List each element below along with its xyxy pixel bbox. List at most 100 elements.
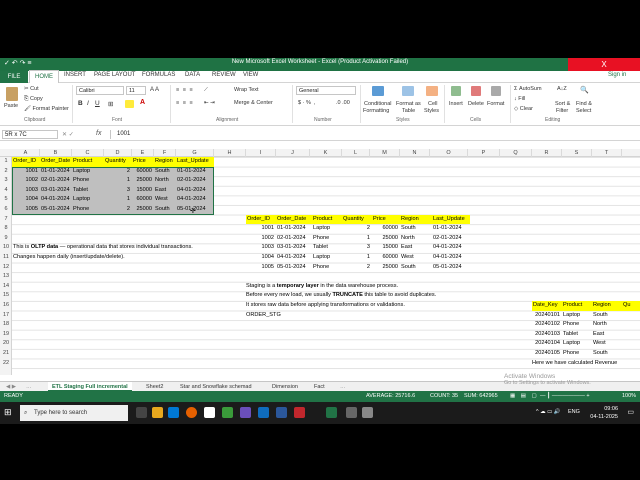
table2-cell[interactable]: South (400, 224, 432, 234)
column-header-s[interactable]: S (562, 149, 592, 157)
table1-cell[interactable]: 04-01-2024 (176, 185, 214, 196)
word-icon[interactable] (276, 407, 287, 418)
table2-cell[interactable]: South (400, 263, 432, 273)
row-header-10[interactable]: 10 (0, 243, 12, 253)
table2-cell[interactable]: 02-01-2024 (432, 234, 470, 244)
sort-filter-label-2[interactable]: Filter (556, 108, 568, 114)
row-header-9[interactable]: 9 (0, 234, 12, 244)
row-header-6[interactable]: 6 (0, 205, 12, 215)
column-header-j[interactable]: J (276, 149, 310, 157)
row-header-16[interactable]: 16 (0, 301, 12, 311)
column-header-c[interactable]: C (72, 149, 104, 157)
delete-cells-icon[interactable] (471, 86, 481, 96)
cut-button[interactable]: ✂ Cut (24, 86, 39, 92)
font-name-select[interactable]: Calibri (76, 86, 124, 95)
column-header-n[interactable]: N (400, 149, 430, 157)
view-buttons[interactable]: ▦ ▤ ▢ (510, 391, 539, 402)
system-tray-icons[interactable]: ^ ☁ ▭ 🔊 (536, 409, 561, 415)
formula-input[interactable]: 1001 (110, 130, 636, 139)
row-header-21[interactable]: 21 (0, 349, 12, 359)
table2-header-cell[interactable]: Region (400, 214, 432, 225)
table2-cell[interactable]: 60000 (372, 253, 400, 263)
sort-filter-label[interactable]: Sort & (555, 101, 570, 107)
row-header-13[interactable]: 13 (0, 272, 12, 282)
taskbar-search-input[interactable]: ⌕ Type here to search (20, 405, 128, 421)
table2-cell[interactable]: East (400, 243, 432, 253)
table3-cell[interactable]: 20240102 (532, 320, 562, 330)
column-header-a[interactable]: A (12, 149, 40, 157)
row-header-2[interactable]: 2 (0, 167, 12, 177)
table2-cell[interactable]: West (400, 253, 432, 263)
table1-cell[interactable]: 1 (104, 176, 132, 186)
row-header-18[interactable]: 18 (0, 320, 12, 330)
table3-cell[interactable]: East (592, 330, 622, 340)
tab-file[interactable]: FILE (0, 71, 28, 83)
column-header-o[interactable]: O (430, 149, 468, 157)
google-drive-icon[interactable] (204, 407, 215, 418)
teams-icon[interactable] (240, 407, 251, 418)
table2-header-cell[interactable]: Quantity (342, 214, 372, 225)
orientation-icon[interactable]: ⟋ (204, 87, 208, 94)
table1-cell[interactable]: Laptop (72, 195, 104, 205)
table1-cell[interactable]: East (154, 185, 176, 196)
table1-cell[interactable]: 25000 (132, 205, 154, 215)
table2-cell[interactable]: North (400, 234, 432, 244)
wrap-text-button[interactable]: Wrap Text (234, 87, 259, 93)
table2-cell[interactable]: 1005 (246, 263, 276, 273)
row-header-8[interactable]: 8 (0, 224, 12, 234)
row-header-20[interactable]: 20 (0, 339, 12, 349)
cell-styles-label-2[interactable]: Styles (424, 108, 439, 114)
table3-header-cell[interactable]: Region (592, 301, 622, 311)
table1-cell[interactable]: North (154, 176, 176, 186)
tab-formulas[interactable]: FORMULAS (142, 72, 175, 78)
table3-cell[interactable]: Phone (562, 349, 592, 359)
table2-cell[interactable]: 15000 (372, 243, 400, 253)
table2-cell[interactable]: 05-01-2024 (432, 263, 470, 273)
table2-cell[interactable]: Tablet (312, 243, 342, 253)
table2-header-cell[interactable]: Last_Update (432, 214, 470, 225)
name-box[interactable]: 5R x 7C (2, 130, 58, 139)
edge-icon[interactable] (168, 407, 179, 418)
column-header-l[interactable]: L (342, 149, 370, 157)
table1-cell[interactable]: 2 (104, 205, 132, 215)
row-header-7[interactable]: 7 (0, 215, 12, 225)
notifications-icon[interactable]: ▭ (627, 408, 634, 416)
column-header-m[interactable]: M (370, 149, 400, 157)
app-icon[interactable] (222, 407, 233, 418)
table2-cell[interactable]: 03-01-2024 (276, 243, 312, 253)
table2-cell[interactable]: 1002 (246, 234, 276, 244)
format-cells-button[interactable]: Format (487, 101, 504, 107)
column-header-e[interactable]: E (132, 149, 154, 157)
column-header-g[interactable]: G (176, 149, 214, 157)
clear-button[interactable]: ◇ Clear (514, 106, 533, 112)
table1-cell[interactable]: 1005 (12, 205, 40, 215)
tab-insert[interactable]: INSERT (64, 72, 86, 78)
table3-cell[interactable]: North (592, 320, 622, 330)
table3-cell[interactable]: South (592, 349, 622, 359)
table1-header-cell[interactable]: Last_Update (176, 157, 214, 167)
table1-cell[interactable]: Tablet (72, 185, 104, 196)
table3-cell[interactable]: 20240101 (532, 311, 562, 321)
table1-cell[interactable]: 05-01-2024 (40, 205, 72, 215)
table2-cell[interactable]: 3 (342, 243, 372, 253)
table1-cell[interactable]: 02-01-2024 (40, 176, 72, 186)
table2-cell[interactable]: 04-01-2024 (432, 253, 470, 263)
row-header-12[interactable]: 12 (0, 263, 12, 273)
table2-header-cell[interactable]: Price (372, 214, 400, 225)
table1-cell[interactable]: 1 (104, 195, 132, 205)
table3-cell[interactable]: South (592, 311, 622, 321)
taskbar-clock[interactable]: 09:06 04-11-2025 (590, 405, 618, 421)
borders-icon[interactable]: ⊞ (108, 100, 113, 108)
fill-color-icon[interactable] (125, 100, 134, 108)
find-select-label-2[interactable]: Select (576, 108, 591, 114)
row-header-3[interactable]: 3 (0, 176, 12, 186)
delete-cells-button[interactable]: Delete (468, 101, 484, 107)
table1-cell[interactable]: 1001 (12, 166, 40, 177)
table1-cell[interactable]: 01-01-2024 (40, 166, 72, 177)
table3-cell[interactable]: 20240103 (532, 330, 562, 340)
format-painter-button[interactable]: 🖌 Format Painter (24, 106, 69, 112)
table3-header-cell[interactable]: Date_Key (532, 301, 562, 311)
table2-cell[interactable]: 1 (342, 253, 372, 263)
table2-cell[interactable]: Laptop (312, 224, 342, 234)
cell-styles-icon[interactable] (426, 86, 438, 96)
